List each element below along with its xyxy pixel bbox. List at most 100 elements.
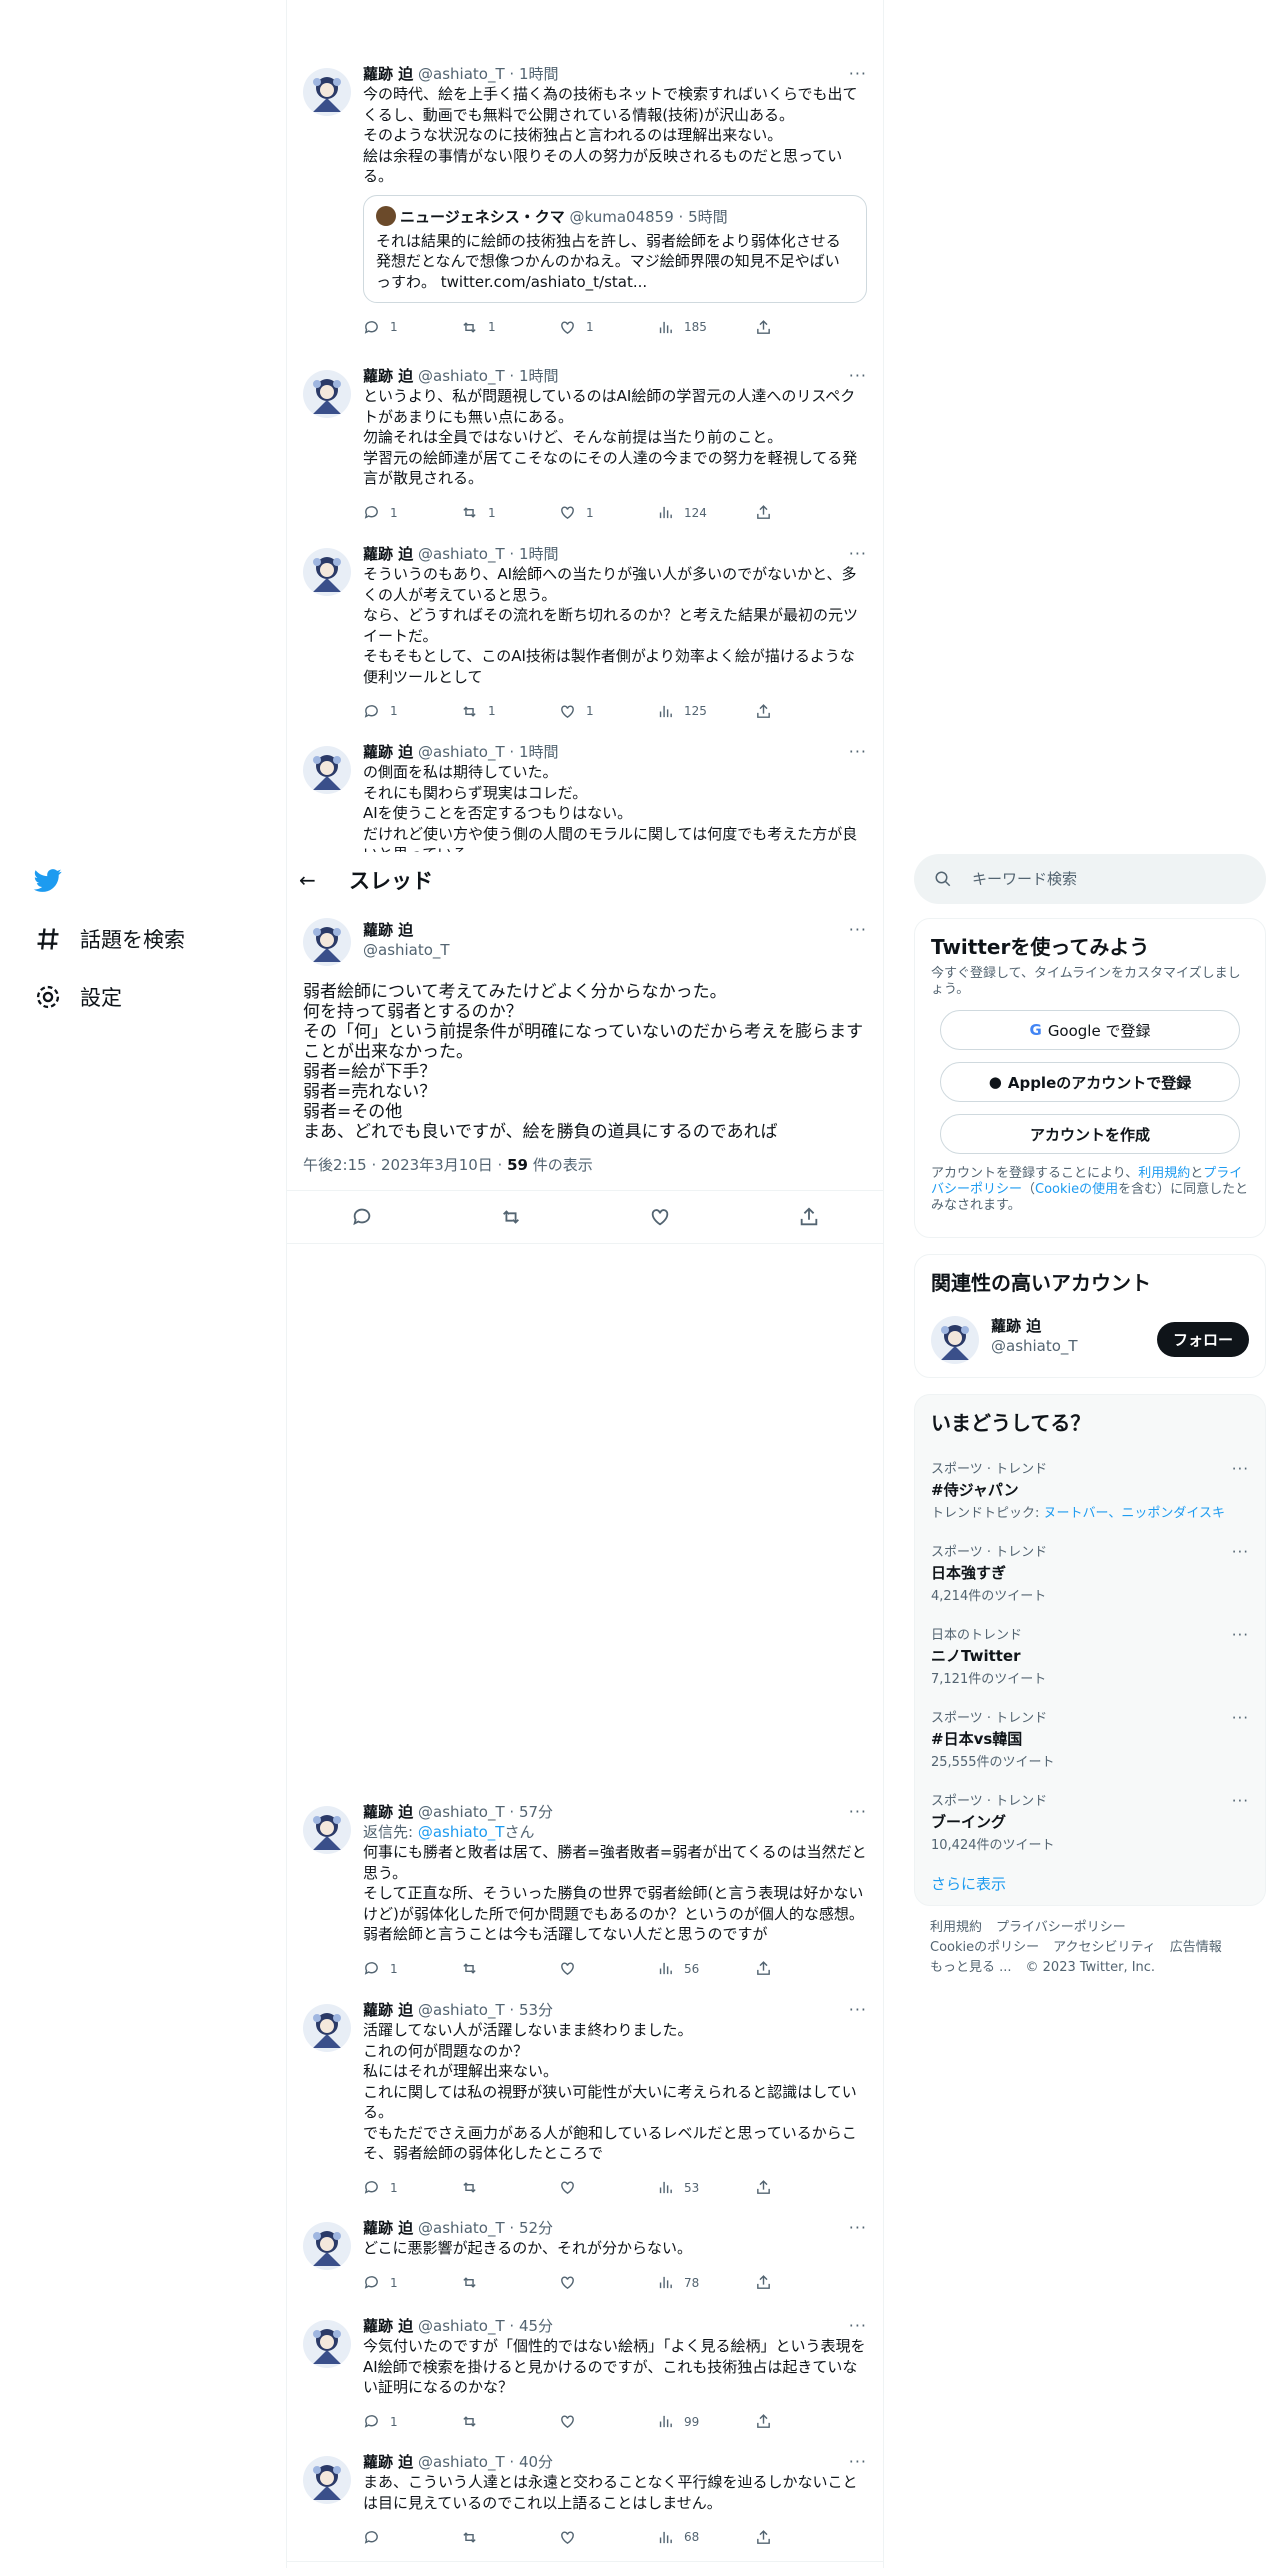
- more-icon[interactable]: ···: [1232, 1543, 1249, 1561]
- views-button[interactable]: 56: [657, 1960, 755, 1977]
- search-input[interactable]: [972, 870, 1232, 888]
- author-name[interactable]: 蘿跡 迫: [363, 545, 413, 563]
- retweet-button[interactable]: 1: [461, 319, 559, 336]
- more-icon[interactable]: ···: [1232, 1792, 1249, 1810]
- tweet-time[interactable]: 53分: [519, 2001, 553, 2019]
- like-button[interactable]: 1: [559, 703, 657, 720]
- like-button[interactable]: [559, 2274, 657, 2291]
- author-name[interactable]: 蘿跡 迫: [363, 2317, 413, 2335]
- tweet-time[interactable]: 1時間: [519, 545, 559, 563]
- views-button[interactable]: 124: [657, 504, 755, 521]
- author-name[interactable]: 蘿跡 迫: [363, 65, 413, 83]
- tweet[interactable]: 蘿跡 迫 @ashiato_T · 1時間 ··· というより、私が問題視してい…: [287, 364, 883, 534]
- more-icon[interactable]: ···: [849, 742, 867, 761]
- retweet-icon[interactable]: [500, 1206, 522, 1228]
- author-name[interactable]: 蘿跡 迫: [363, 743, 413, 761]
- more-icon[interactable]: ···: [849, 366, 867, 385]
- avatar[interactable]: [303, 370, 351, 418]
- follow-button[interactable]: フォロー: [1156, 1322, 1249, 1357]
- reply-button[interactable]: 1: [363, 319, 461, 336]
- footer-terms-link[interactable]: 利用規約: [930, 1920, 982, 1935]
- share-button[interactable]: [755, 703, 853, 720]
- more-icon[interactable]: ···: [849, 2316, 867, 2335]
- apple-signup-button[interactable]: ● Appleのアカウントで登録: [940, 1062, 1240, 1102]
- author-name[interactable]: 蘿跡 迫: [363, 2453, 413, 2471]
- reply-to-handle[interactable]: @ashiato_T: [418, 1823, 505, 1841]
- sidebar-item-explore[interactable]: 話題を検索: [0, 910, 286, 968]
- author-handle[interactable]: @ashiato_T: [363, 940, 450, 960]
- avatar[interactable]: [303, 918, 351, 966]
- more-icon[interactable]: ···: [849, 64, 867, 83]
- reply-button[interactable]: [363, 2529, 461, 2546]
- share-button[interactable]: [755, 319, 853, 336]
- tweet[interactable]: 蘿跡 迫 @ashiato_T · 1時間 ··· 今の時代、絵を上手く描く為の…: [287, 62, 883, 352]
- views-button[interactable]: 68: [657, 2529, 755, 2546]
- quoted-tweet[interactable]: ニュージェネシス・クマ @kuma04859 · 5時間 それは結果的に絵師の技…: [363, 194, 867, 303]
- author-name[interactable]: 蘿跡 迫: [363, 2219, 413, 2237]
- reply-icon[interactable]: [351, 1206, 373, 1228]
- more-icon[interactable]: ···: [1232, 1709, 1249, 1727]
- views-button[interactable]: 99: [657, 2413, 755, 2430]
- reply-button[interactable]: 1: [363, 2274, 461, 2291]
- author-handle[interactable]: @ashiato_T: [418, 367, 505, 385]
- like-button[interactable]: [559, 2529, 657, 2546]
- author-name[interactable]: 蘿跡 迫: [363, 1803, 413, 1821]
- avatar[interactable]: [303, 2320, 351, 2368]
- tweet[interactable]: 蘿跡 迫 @ashiato_T · 1時間 ··· の側面を私は期待していた。 …: [287, 740, 883, 852]
- more-icon[interactable]: ···: [849, 2000, 867, 2019]
- share-button[interactable]: [755, 504, 853, 521]
- tweet[interactable]: 蘿跡 迫 @ashiato_T · 53分 ··· 活躍してない人が活躍しないま…: [287, 1998, 883, 2208]
- more-icon[interactable]: ···: [1232, 1626, 1249, 1644]
- retweet-button[interactable]: [461, 2274, 559, 2291]
- views-button[interactable]: 78: [657, 2274, 755, 2291]
- trend-item[interactable]: 日本のトレンド ニノTwitter 7,121件のツイート ···: [915, 1614, 1265, 1697]
- sidebar-item-settings[interactable]: 設定: [0, 968, 286, 1026]
- retweet-button[interactable]: [461, 2413, 559, 2430]
- tweet[interactable]: 蘿跡 迫 @ashiato_T · 57分 ··· 返信先: @ashiato_…: [287, 1800, 883, 1990]
- tweet[interactable]: 蘿跡 迫 @ashiato_T · 52分 ··· どこに悪影響が起きるのか、そ…: [287, 2216, 883, 2306]
- reply-button[interactable]: 1: [363, 504, 461, 521]
- like-button[interactable]: 1: [559, 504, 657, 521]
- google-signup-button[interactable]: G Google で登録: [940, 1010, 1240, 1050]
- more-icon[interactable]: ···: [849, 920, 867, 939]
- author-handle[interactable]: @ashiato_T: [418, 743, 505, 761]
- avatar[interactable]: [303, 746, 351, 794]
- like-button[interactable]: [559, 1960, 657, 1977]
- like-button[interactable]: 1: [559, 319, 657, 336]
- more-icon[interactable]: ···: [849, 2218, 867, 2237]
- tweet-time[interactable]: 40分: [519, 2453, 553, 2471]
- share-button[interactable]: [755, 2529, 853, 2546]
- author-handle[interactable]: @ashiato_T: [418, 65, 505, 83]
- avatar[interactable]: [931, 1316, 979, 1364]
- reply-button[interactable]: 1: [363, 1960, 461, 1977]
- create-account-button[interactable]: アカウントを作成: [940, 1114, 1240, 1154]
- tweet-time[interactable]: 52分: [519, 2219, 553, 2237]
- tweet[interactable]: 蘿跡 迫 @ashiato_T · 45分 ··· 今気付いたのですが「個性的で…: [287, 2314, 883, 2442]
- footer-accessibility-link[interactable]: アクセシビリティ: [1053, 1940, 1156, 1955]
- author-name[interactable]: 蘿跡 迫: [363, 920, 450, 940]
- footer-ads-link[interactable]: 広告情報: [1170, 1940, 1222, 1955]
- author-handle[interactable]: @ashiato_T: [418, 1803, 505, 1821]
- avatar[interactable]: [303, 2456, 351, 2504]
- tweet-time[interactable]: 1時間: [519, 743, 559, 761]
- trend-item[interactable]: スポーツ · トレンド #侍ジャパン トレンドトピック: ヌートバー、ニッポンダ…: [915, 1448, 1265, 1531]
- share-button[interactable]: [755, 2274, 853, 2291]
- trend-topics-links[interactable]: ヌートバー、ニッポンダイスキ: [1044, 1506, 1225, 1521]
- tweet-timestamp[interactable]: 午後2:15 · 2023年3月10日 ·: [303, 1156, 507, 1174]
- reply-button[interactable]: 1: [363, 2179, 461, 2196]
- avatar[interactable]: [303, 548, 351, 596]
- views-button[interactable]: 53: [657, 2179, 755, 2196]
- avatar[interactable]: [303, 68, 351, 116]
- like-button[interactable]: [559, 2413, 657, 2430]
- trend-item[interactable]: スポーツ · トレンド #日本vs韓国 25,555件のツイート ···: [915, 1697, 1265, 1780]
- tweet-time[interactable]: 45分: [519, 2317, 553, 2335]
- retweet-button[interactable]: 1: [461, 504, 559, 521]
- author-name[interactable]: 蘿跡 迫: [363, 367, 413, 385]
- author-handle[interactable]: @ashiato_T: [418, 2001, 505, 2019]
- reply-button[interactable]: 1: [363, 2413, 461, 2430]
- views-button[interactable]: 185: [657, 319, 755, 336]
- footer-privacy-link[interactable]: プライバシーポリシー: [996, 1920, 1126, 1935]
- search-box[interactable]: [914, 854, 1266, 904]
- related-account[interactable]: 蘿跡 迫 @ashiato_T フォロー: [915, 1308, 1265, 1372]
- views-button[interactable]: 125: [657, 703, 755, 720]
